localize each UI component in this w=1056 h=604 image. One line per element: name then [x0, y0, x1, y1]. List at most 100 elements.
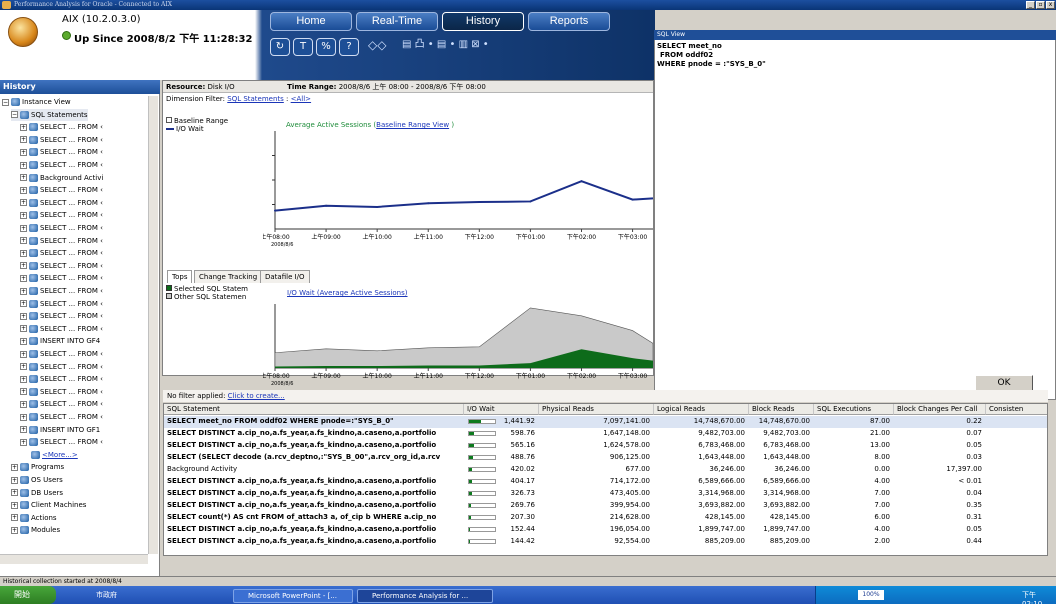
tree-expander[interactable]: +: [11, 526, 18, 534]
tree-expander[interactable]: +: [20, 186, 27, 194]
tree-expander[interactable]: +: [20, 224, 27, 232]
help-button[interactable]: ?: [339, 38, 359, 56]
folder-quicklaunch[interactable]: 市政府: [82, 589, 148, 603]
tree-expander[interactable]: +: [11, 501, 18, 509]
tree-item[interactable]: + DB Users: [11, 487, 63, 499]
tree-expander[interactable]: +: [20, 262, 27, 270]
tree-item[interactable]: + Client Machines: [11, 499, 86, 511]
maximize-button[interactable]: ▫: [1036, 1, 1045, 9]
tree-item[interactable]: + SELECT ... FROM ‹: [20, 285, 103, 297]
tree-expander[interactable]: +: [20, 300, 27, 308]
table-row[interactable]: SELECT meet_no FROM oddf02 WHERE pnode=:…: [164, 416, 1047, 428]
start-button[interactable]: 開始: [0, 586, 56, 604]
tree-item[interactable]: + SELECT ... FROM ‹: [20, 310, 103, 322]
minimize-button[interactable]: _: [1026, 1, 1035, 9]
column-header[interactable]: Logical Reads: [654, 404, 749, 415]
table-row[interactable]: SELECT DISTINCT a.cip_no,a.fs_year,a.fs_…: [164, 476, 1047, 488]
tree-item[interactable]: + SELECT ... FROM ‹: [20, 184, 103, 196]
tree-item[interactable]: + SELECT ... FROM ‹: [20, 386, 103, 398]
tree-item[interactable]: + SELECT ... FROM ‹: [20, 323, 103, 335]
tree-item[interactable]: + SELECT ... FROM ‹: [20, 235, 103, 247]
table-row[interactable]: SELECT DISTINCT a.cip_no,a.fs_year,a.fs_…: [164, 524, 1047, 536]
column-header[interactable]: Physical Reads: [539, 404, 654, 415]
table-row[interactable]: SELECT DISTINCT a.cip_no,a.fs_year,a.fs_…: [164, 428, 1047, 440]
table-row[interactable]: SELECT DISTINCT a.cip_no,a.fs_year,a.fs_…: [164, 500, 1047, 512]
tree-expander[interactable]: +: [20, 161, 27, 169]
tree-item[interactable]: + SELECT ... FROM ‹: [20, 247, 103, 259]
tree-expander[interactable]: +: [20, 325, 27, 333]
dimension-all-link[interactable]: <All>: [291, 95, 311, 103]
column-header[interactable]: Consisten: [986, 404, 1047, 415]
tree-item[interactable]: + SELECT ... FROM ‹: [20, 373, 103, 385]
tree-expander[interactable]: +: [20, 438, 27, 446]
tree-item[interactable]: + SELECT ... FROM ‹: [20, 361, 103, 373]
taskbar-powerpoint[interactable]: Microsoft PowerPoint - [...: [233, 589, 353, 603]
tab-history[interactable]: History: [442, 12, 524, 31]
tree-item[interactable]: + SELECT ... FROM ‹: [20, 411, 103, 423]
tree-expander[interactable]: +: [20, 426, 27, 434]
tree-expander[interactable]: +: [20, 148, 27, 156]
tree-expander[interactable]: +: [20, 237, 27, 245]
tree-expander[interactable]: +: [20, 350, 27, 358]
tree-item[interactable]: + SELECT ... FROM ‹: [20, 398, 103, 410]
tab-tops[interactable]: Tops: [167, 270, 193, 283]
tree-item[interactable]: − SQL Statements: [11, 108, 88, 121]
sql-view-text[interactable]: SELECT meet_no FROM oddf02 WHERE pnode =…: [657, 42, 766, 69]
tree-item[interactable]: + SELECT ... FROM ‹: [20, 121, 103, 133]
tree-expander[interactable]: +: [20, 337, 27, 345]
tree-item[interactable]: <More...>: [20, 449, 78, 461]
tree-item[interactable]: + Background Activi: [20, 172, 103, 184]
tree-expander[interactable]: +: [20, 249, 27, 257]
tree-expander[interactable]: +: [11, 463, 18, 471]
column-header[interactable]: SQL Executions: [814, 404, 894, 415]
tree-item[interactable]: + Actions: [11, 512, 57, 524]
close-button[interactable]: x: [1046, 1, 1055, 9]
tree-item[interactable]: + SELECT ... FROM ‹: [20, 209, 103, 221]
tree-item[interactable]: + SELECT ... FROM ‹: [20, 134, 103, 146]
tab-datafile-io[interactable]: Datafile I/O: [260, 270, 310, 283]
tab-realtime[interactable]: Real-Time: [356, 12, 438, 31]
tree-item[interactable]: + SELECT ... FROM ‹: [20, 348, 103, 360]
tree-item[interactable]: + Modules: [11, 524, 60, 536]
tree-item[interactable]: + INSERT INTO GF1: [20, 424, 100, 436]
nav-arrows-icon[interactable]: ◇◇: [368, 36, 386, 54]
percent-button[interactable]: %: [316, 38, 336, 56]
table-row[interactable]: SELECT (SELECT decode (a.rcv_deptno,:"SY…: [164, 452, 1047, 464]
tree-horizontal-scrollbar[interactable]: [0, 554, 148, 564]
tree-expander[interactable]: +: [20, 388, 27, 396]
tree-item[interactable]: + SELECT ... FROM ‹: [20, 436, 103, 448]
table-row[interactable]: SELECT DISTINCT a.cip_no,a.fs_year,a.fs_…: [164, 440, 1047, 452]
tree-expander[interactable]: +: [20, 375, 27, 383]
table-row[interactable]: SELECT DISTINCT a.cip_no,a.fs_year,a.fs_…: [164, 488, 1047, 500]
tree-item[interactable]: + INSERT INTO GF4: [20, 335, 100, 347]
table-row[interactable]: SELECT DISTINCT a.cip_no,a.fs_year,a.fs_…: [164, 536, 1047, 548]
zoom-indicator[interactable]: 100%: [858, 590, 884, 600]
tree-expander[interactable]: +: [20, 211, 27, 219]
baseline-checkbox[interactable]: [166, 117, 172, 123]
tree-expander[interactable]: +: [11, 489, 18, 497]
tree-expander[interactable]: +: [11, 514, 18, 522]
tree-expander[interactable]: +: [20, 199, 27, 207]
table-row[interactable]: SELECT count(*) AS cnt FROM of_attach3 a…: [164, 512, 1047, 524]
tree-item[interactable]: + SELECT ... FROM ‹: [20, 298, 103, 310]
tree-expander[interactable]: +: [20, 400, 27, 408]
column-header[interactable]: Block Reads: [749, 404, 814, 415]
tree-expander[interactable]: +: [20, 413, 27, 421]
tab-home[interactable]: Home: [270, 12, 352, 31]
taskbar-performance-analysis[interactable]: Performance Analysis for ...: [357, 589, 493, 603]
tree-expander[interactable]: −: [2, 98, 9, 106]
tree-item[interactable]: + Programs: [11, 461, 64, 473]
refresh-button[interactable]: ↻: [270, 38, 290, 56]
tree-item[interactable]: + SELECT ... FROM ‹: [20, 159, 103, 171]
tree-expander[interactable]: −: [11, 111, 18, 119]
chart2-title-link[interactable]: I/O Wait (Average Active Sessions): [287, 289, 408, 297]
tree-expander[interactable]: +: [11, 476, 18, 484]
create-filter-link[interactable]: Click to create...: [228, 392, 285, 400]
tab-reports[interactable]: Reports: [528, 12, 610, 31]
tab-change-tracking[interactable]: Change Tracking: [194, 270, 263, 283]
tree-item[interactable]: + SELECT ... FROM ‹: [20, 146, 103, 158]
tree-expander[interactable]: +: [20, 287, 27, 295]
column-header[interactable]: Block Changes Per Call: [894, 404, 986, 415]
tree-expander[interactable]: +: [20, 363, 27, 371]
view-options-toolbar[interactable]: ▤ 凸 • ▤ • ▥ ⊠ •: [402, 36, 489, 54]
